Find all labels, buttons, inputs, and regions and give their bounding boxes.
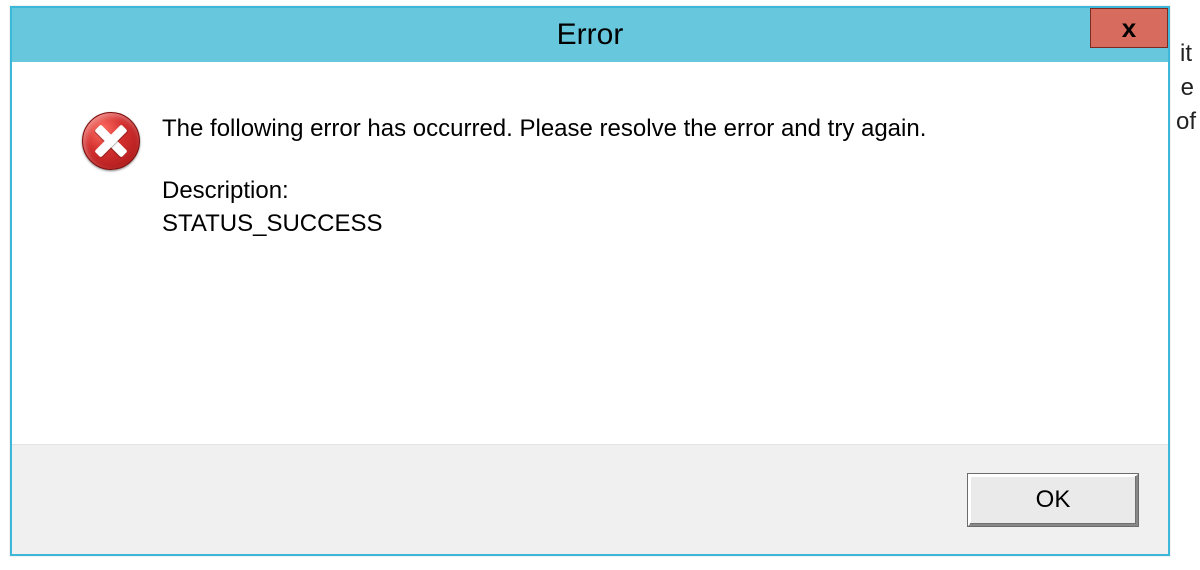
description-value: STATUS_SUCCESS	[162, 207, 1128, 241]
close-icon: x	[1122, 15, 1136, 41]
error-dialog: Error x The following error has occurred…	[10, 6, 1170, 556]
titlebar[interactable]: Error x	[12, 8, 1168, 62]
error-message: The following error has occurred. Please…	[162, 112, 1128, 146]
dialog-content: The following error has occurred. Please…	[12, 62, 1168, 444]
dialog-title: Error	[557, 18, 624, 52]
dialog-footer: OK	[12, 444, 1168, 554]
ok-button-label: OK	[1036, 486, 1071, 514]
ok-button[interactable]: OK	[968, 474, 1138, 526]
close-button[interactable]: x	[1090, 8, 1168, 48]
background-text-fragment: it	[1180, 40, 1192, 68]
background-text-fragment: of	[1176, 108, 1196, 136]
background-text-fragment: e	[1181, 74, 1194, 102]
error-icon	[82, 112, 140, 170]
description-label: Description:	[162, 174, 1128, 208]
